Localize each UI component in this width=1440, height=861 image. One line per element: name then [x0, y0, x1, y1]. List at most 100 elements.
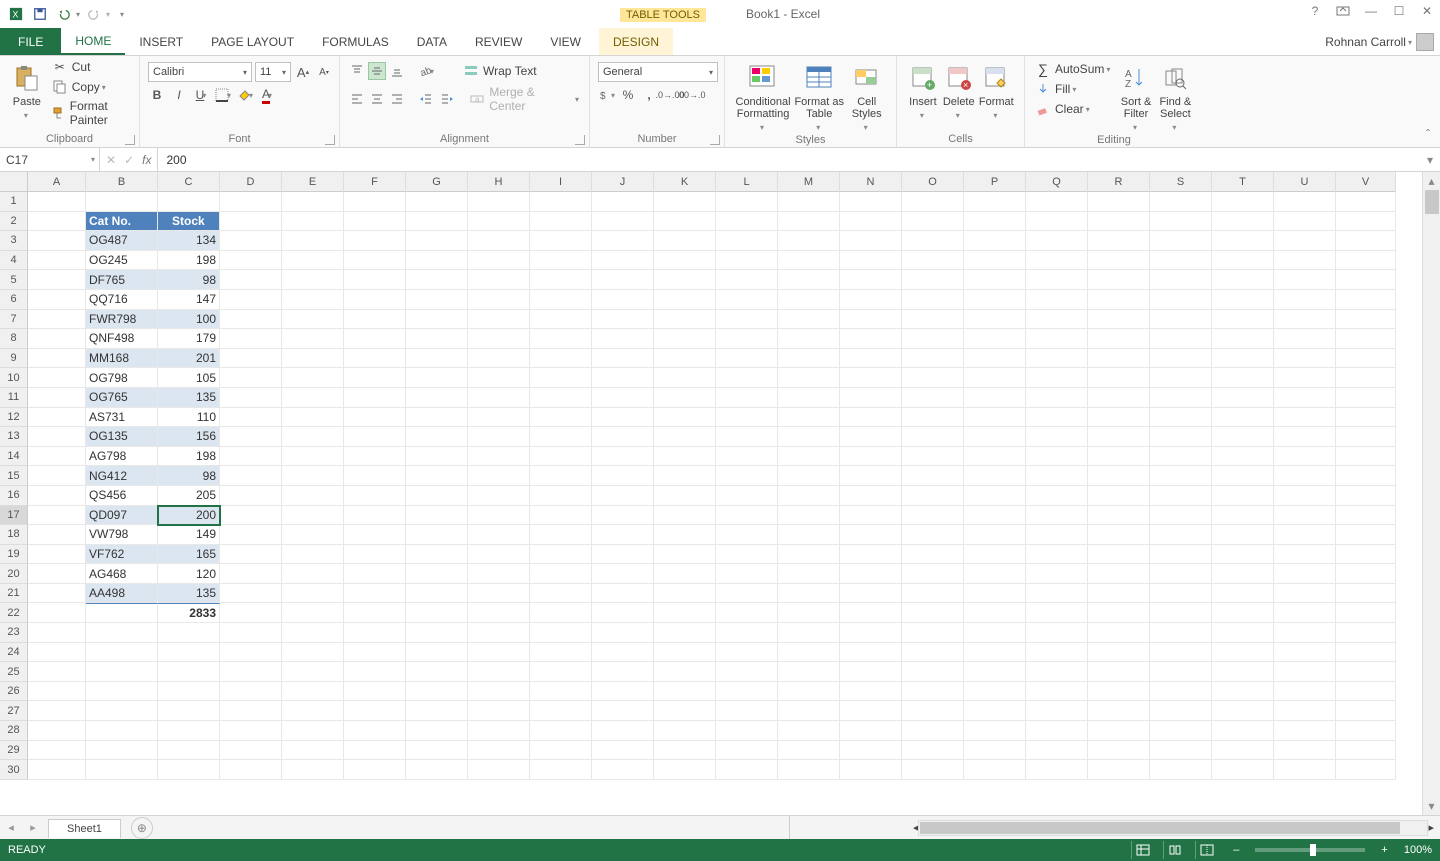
- column-header[interactable]: I: [530, 172, 592, 192]
- cell[interactable]: [220, 682, 282, 702]
- cell[interactable]: 105: [158, 368, 220, 388]
- cell[interactable]: [1336, 701, 1396, 721]
- cell[interactable]: [1212, 408, 1274, 428]
- cell[interactable]: [1274, 506, 1336, 526]
- cell[interactable]: [220, 525, 282, 545]
- cell[interactable]: [28, 564, 86, 584]
- cell[interactable]: [530, 329, 592, 349]
- cell[interactable]: [778, 368, 840, 388]
- cell[interactable]: [964, 447, 1026, 467]
- redo-dropdown-icon[interactable]: ▾: [106, 10, 110, 19]
- cell[interactable]: [28, 506, 86, 526]
- cell[interactable]: [654, 682, 716, 702]
- cell[interactable]: [282, 623, 344, 643]
- cell[interactable]: [902, 290, 964, 310]
- cell[interactable]: [902, 603, 964, 623]
- cell[interactable]: [406, 349, 468, 369]
- cell[interactable]: [344, 506, 406, 526]
- cell[interactable]: [1088, 290, 1150, 310]
- cell[interactable]: [1026, 192, 1088, 212]
- cell[interactable]: [220, 251, 282, 271]
- cell[interactable]: [964, 760, 1026, 780]
- cell[interactable]: MM168: [86, 349, 158, 369]
- cell[interactable]: [28, 427, 86, 447]
- cell[interactable]: [158, 662, 220, 682]
- accounting-button[interactable]: $▾: [598, 86, 616, 104]
- cell[interactable]: [964, 192, 1026, 212]
- cell[interactable]: [592, 564, 654, 584]
- cell[interactable]: [406, 310, 468, 330]
- cell[interactable]: [220, 662, 282, 682]
- cell[interactable]: [1088, 564, 1150, 584]
- cell[interactable]: [86, 760, 158, 780]
- cell[interactable]: [530, 466, 592, 486]
- cell[interactable]: [654, 447, 716, 467]
- row-header[interactable]: 6: [0, 290, 28, 310]
- cell[interactable]: [530, 486, 592, 506]
- cell[interactable]: [530, 682, 592, 702]
- cell[interactable]: [654, 427, 716, 447]
- minimize-button[interactable]: —: [1362, 2, 1380, 20]
- cell[interactable]: [964, 721, 1026, 741]
- cell[interactable]: [1212, 662, 1274, 682]
- cell[interactable]: [778, 231, 840, 251]
- cell[interactable]: [840, 603, 902, 623]
- cell[interactable]: [1026, 760, 1088, 780]
- cell[interactable]: 201: [158, 349, 220, 369]
- cell[interactable]: [282, 506, 344, 526]
- cell[interactable]: [964, 662, 1026, 682]
- cell[interactable]: [86, 682, 158, 702]
- cell[interactable]: [282, 310, 344, 330]
- cell[interactable]: [654, 310, 716, 330]
- hscroll-thumb[interactable]: [920, 822, 1400, 834]
- row-header[interactable]: 11: [0, 388, 28, 408]
- cell[interactable]: [282, 329, 344, 349]
- cell[interactable]: 98: [158, 466, 220, 486]
- row-header[interactable]: 26: [0, 682, 28, 702]
- cell[interactable]: [1212, 721, 1274, 741]
- cell[interactable]: [902, 231, 964, 251]
- cell[interactable]: [902, 212, 964, 232]
- cell[interactable]: [716, 643, 778, 663]
- cell[interactable]: [344, 192, 406, 212]
- cell[interactable]: [778, 270, 840, 290]
- cell[interactable]: [220, 721, 282, 741]
- cell[interactable]: [1026, 270, 1088, 290]
- cell[interactable]: [1212, 349, 1274, 369]
- cell[interactable]: [840, 623, 902, 643]
- cell[interactable]: [344, 388, 406, 408]
- cell[interactable]: [592, 192, 654, 212]
- column-header[interactable]: D: [220, 172, 282, 192]
- cell[interactable]: [406, 251, 468, 271]
- cell[interactable]: [282, 270, 344, 290]
- cell[interactable]: [1026, 290, 1088, 310]
- cell[interactable]: [840, 310, 902, 330]
- cell[interactable]: 98: [158, 270, 220, 290]
- column-header[interactable]: U: [1274, 172, 1336, 192]
- borders-button[interactable]: ▾: [214, 86, 232, 104]
- cell[interactable]: [592, 212, 654, 232]
- cell[interactable]: [28, 643, 86, 663]
- cell[interactable]: [28, 741, 86, 761]
- cell[interactable]: [840, 486, 902, 506]
- help-button[interactable]: ?: [1306, 2, 1324, 20]
- cell[interactable]: [1212, 603, 1274, 623]
- cell[interactable]: [592, 701, 654, 721]
- cell[interactable]: [86, 192, 158, 212]
- cell[interactable]: [28, 192, 86, 212]
- row-header[interactable]: 19: [0, 545, 28, 565]
- cell[interactable]: [344, 368, 406, 388]
- cell[interactable]: 198: [158, 447, 220, 467]
- cell[interactable]: [964, 682, 1026, 702]
- cell[interactable]: [1336, 721, 1396, 741]
- cell[interactable]: [344, 251, 406, 271]
- cell[interactable]: [1212, 525, 1274, 545]
- column-header[interactable]: A: [28, 172, 86, 192]
- cell[interactable]: [1336, 564, 1396, 584]
- cell[interactable]: [282, 192, 344, 212]
- cell[interactable]: [778, 192, 840, 212]
- cell[interactable]: [1336, 427, 1396, 447]
- column-header[interactable]: J: [592, 172, 654, 192]
- number-format-combo[interactable]: General▾: [598, 62, 718, 82]
- cell[interactable]: [1274, 643, 1336, 663]
